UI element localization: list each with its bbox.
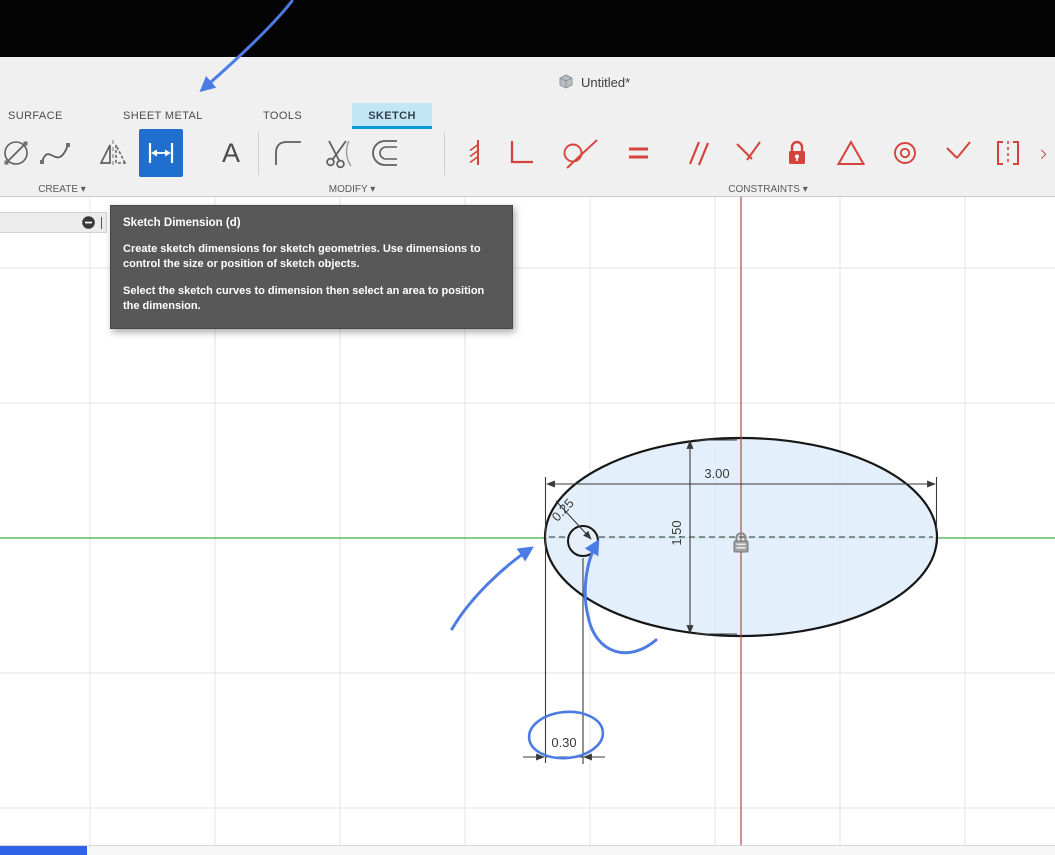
- fusion360-window: Untitled* SURFACE SHEET METAL TOOLS SKET…: [0, 0, 1055, 855]
- symmetry-icon: [997, 141, 1019, 165]
- tool-trim[interactable]: [316, 129, 360, 177]
- constraint-tangent[interactable]: [558, 129, 602, 177]
- constraint-symmetry[interactable]: [986, 129, 1030, 177]
- tooltip-paragraph-2: Select the sketch curves to dimension th…: [123, 284, 485, 313]
- constraint-equal[interactable]: [616, 129, 660, 177]
- toolbar-divider: [258, 132, 259, 175]
- document-tab[interactable]: Untitled*: [558, 74, 630, 90]
- tool-sketch-dimension[interactable]: [139, 129, 183, 177]
- panel-collapse-control[interactable]: [0, 212, 107, 233]
- collapse-minus-icon: [82, 216, 95, 229]
- tooltip-paragraph-1: Create sketch dimensions for sketch geom…: [123, 243, 481, 271]
- tooltip-sketch-dimension: Sketch Dimension (d) Create sketch dimen…: [110, 205, 513, 329]
- two-point-circle-icon: [4, 141, 28, 165]
- perpendicular-icon: [736, 141, 761, 161]
- horizontal-vertical-icon: [510, 141, 533, 164]
- triangle-constraint-icon: [836, 139, 866, 165]
- constraint-lock[interactable]: [775, 129, 819, 177]
- tangent-icon: [563, 139, 598, 169]
- dim-offset-label[interactable]: 0.30: [551, 735, 576, 750]
- equal-icon: [629, 147, 648, 159]
- constraint-midpoint[interactable]: [935, 129, 979, 177]
- sketch-dimension-icon: [148, 143, 174, 163]
- panel-divider-tick: [101, 216, 102, 229]
- concentric-icon: [894, 142, 916, 164]
- constraint-concentric[interactable]: [883, 129, 927, 177]
- document-cube-icon: [559, 74, 573, 89]
- constraint-horizontal-vertical[interactable]: [498, 129, 542, 177]
- tool-spline[interactable]: [33, 129, 77, 177]
- constraint-fix-hatch[interactable]: [452, 129, 496, 177]
- tool-text[interactable]: A: [209, 129, 253, 177]
- trim-scissors-icon: [326, 140, 352, 169]
- text-tool-icon: A: [221, 137, 240, 168]
- toolbar-ribbon: Untitled* SURFACE SHEET METAL TOOLS SKET…: [0, 57, 1055, 197]
- spline-icon: [40, 143, 70, 164]
- offset-icon: [372, 140, 397, 166]
- constraint-parallel[interactable]: [674, 129, 718, 177]
- constraint-curvature[interactable]: [1040, 129, 1055, 177]
- parallel-icon: [688, 141, 710, 166]
- tab-surface[interactable]: SURFACE: [8, 103, 63, 129]
- toolbar-divider: [444, 132, 445, 175]
- fix-hatch-icon: [469, 140, 479, 165]
- mirror-icon: [99, 140, 127, 167]
- document-title: Untitled*: [581, 74, 631, 90]
- fillet-icon: [275, 141, 301, 165]
- tool-fillet[interactable]: [266, 129, 310, 177]
- midpoint-icon: [946, 141, 971, 159]
- dim-width-label[interactable]: 3.00: [704, 466, 729, 481]
- taskbar-item[interactable]: [0, 846, 87, 855]
- tab-tools[interactable]: TOOLS: [263, 103, 302, 129]
- title-bar: [0, 0, 1055, 57]
- constraint-perpendicular[interactable]: [726, 129, 770, 177]
- tool-mirror[interactable]: [91, 129, 135, 177]
- dim-height-label[interactable]: 1.50: [669, 520, 684, 545]
- tool-offset[interactable]: [366, 129, 410, 177]
- tooltip-title: Sketch Dimension (d): [123, 217, 241, 229]
- constraint-triangle[interactable]: [829, 129, 873, 177]
- bottom-edge: [0, 845, 1055, 855]
- tab-sketch[interactable]: SKETCH: [352, 103, 432, 129]
- tab-sheet-metal[interactable]: SHEET METAL: [123, 103, 203, 129]
- lock-constraint-icon: [789, 140, 805, 164]
- create-dropdown[interactable]: CREATE ▾: [12, 184, 112, 197]
- constraints-dropdown[interactable]: CONSTRAINTS ▾: [698, 184, 838, 197]
- modify-dropdown[interactable]: MODIFY ▾: [302, 184, 402, 197]
- curvature-icon: [1041, 149, 1047, 160]
